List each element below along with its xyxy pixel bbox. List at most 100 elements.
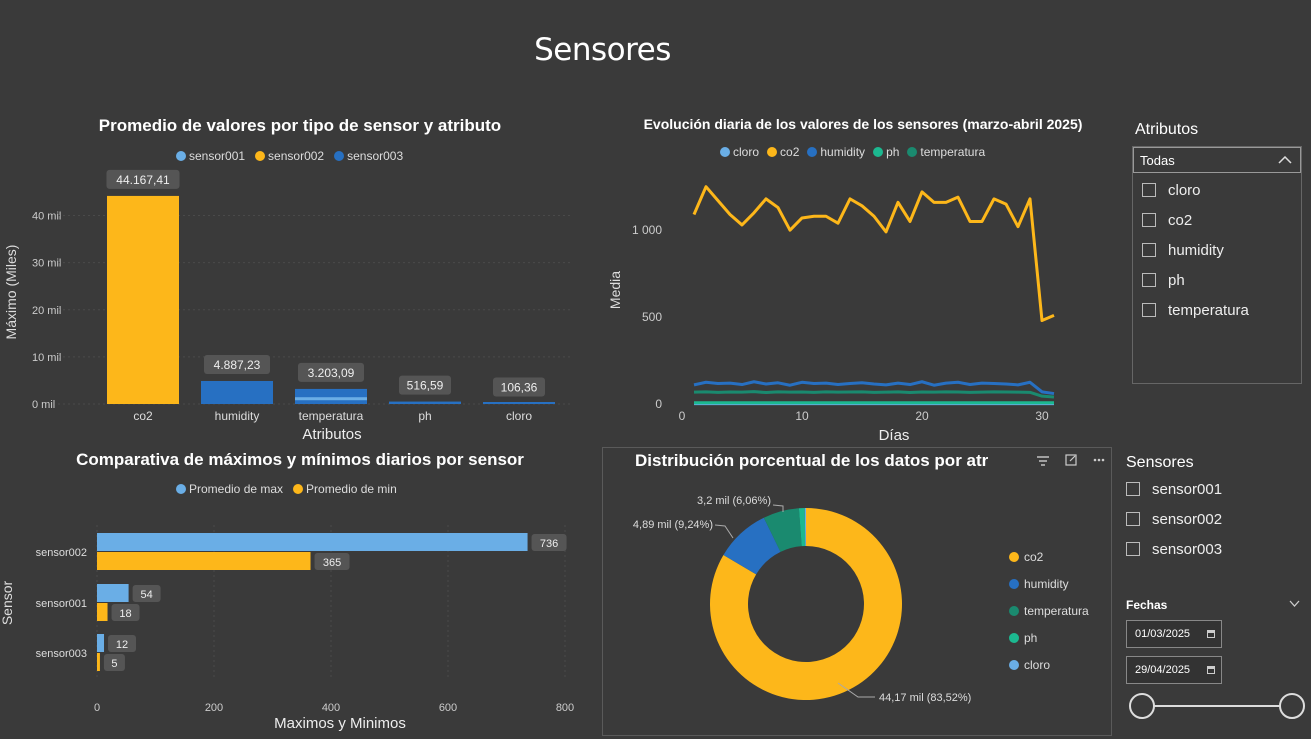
option-label: sensor001 [1152, 480, 1223, 498]
checkbox[interactable] [1142, 183, 1156, 197]
checkbox[interactable] [1126, 482, 1140, 496]
x-tick-label: 200 [205, 702, 223, 714]
end-date-input[interactable]: 29/04/2025 [1126, 656, 1222, 684]
x-tick-label: 600 [439, 702, 457, 714]
legend-item-min[interactable]: Promedio de min [293, 482, 397, 496]
data-label: 516,59 [407, 379, 444, 393]
legend-item-sensor002[interactable]: sensor002 [255, 149, 324, 163]
legend-label: temperatura [1024, 603, 1089, 618]
data-label: 44.167,41 [116, 173, 170, 187]
hbar-chart: Sensor 0 200 400 600 800 sensor002 736 365 sens… [0, 525, 574, 732]
y-tick-label: 20 mil [32, 305, 61, 317]
y-tick-label: 1 000 [632, 223, 662, 237]
atributos-option-temperatura[interactable]: temperatura [1142, 295, 1301, 325]
hbar-chart-legend: Promedio de max Promedio de min [176, 482, 397, 496]
slider-end-handle[interactable] [1279, 693, 1305, 719]
y-tick-label: 10 mil [32, 352, 61, 364]
legend-item-co2[interactable]: co2 [767, 145, 799, 159]
fechas-slicer-title: Fechas [1126, 598, 1168, 612]
end-date-value: 29/04/2025 [1135, 664, 1191, 676]
legend-dot [767, 147, 778, 157]
checkbox[interactable] [1142, 213, 1156, 227]
line-co2 [692, 185, 1055, 323]
x-tick-label: cloro [506, 409, 532, 423]
legend-dot [873, 147, 884, 157]
sensores-slicer: sensor001 sensor002 sensor003 [1126, 474, 1222, 564]
bar-chart-legend: sensor001 sensor002 sensor003 [176, 149, 403, 163]
atributos-option-ph[interactable]: ph [1142, 265, 1301, 295]
checkbox[interactable] [1142, 243, 1156, 257]
atributos-slicer: Todas cloro co2 humidity ph temperatura [1132, 146, 1302, 384]
donut-legend: co2 humidity temperatura ph cloro [1009, 543, 1089, 678]
hbar-chart-ylabel: Sensor [0, 580, 15, 625]
legend-label: humidity [1024, 576, 1069, 591]
atributos-option-co2[interactable]: co2 [1142, 205, 1301, 235]
y-tick-label: 0 [655, 397, 662, 411]
bar-chart: Máximo (Miles) 40 mil 30 mil 20 mil 10 mil 0… [3, 169, 570, 443]
data-label: 736 [540, 538, 558, 550]
option-label: sensor002 [1152, 510, 1223, 528]
slider-start-handle[interactable] [1129, 693, 1155, 719]
sensores-slicer-title: Sensores [1126, 454, 1194, 471]
sensores-option-sensor001[interactable]: sensor001 [1126, 474, 1222, 504]
x-tick-label: co2 [133, 409, 153, 423]
legend-item-humidity[interactable]: humidity [807, 145, 865, 159]
bar-cloro [483, 402, 555, 404]
checkbox[interactable] [1142, 273, 1156, 287]
y-tick-label: 30 mil [32, 258, 61, 270]
bar-segment-temperatura [295, 397, 367, 401]
data-label: 18 [119, 608, 131, 620]
legend-label: temperatura [920, 145, 986, 159]
bar-chart-title: Promedio de valores por tipo de sensor y… [98, 116, 502, 135]
legend-item-max[interactable]: Promedio de max [176, 482, 283, 496]
legend-label: Promedio de min [306, 482, 397, 496]
page-title: Sensores [534, 32, 671, 68]
line-chart-legend: cloro co2 humidity ph temperatura [720, 145, 985, 159]
legend-dot [176, 484, 186, 494]
option-label: ph [1168, 271, 1185, 289]
atributos-option-humidity[interactable]: humidity [1142, 235, 1301, 265]
calendar-icon[interactable] [1207, 666, 1215, 674]
legend-item-temperatura[interactable]: temperatura [1009, 597, 1089, 624]
legend-item-cloro[interactable]: cloro [1009, 651, 1089, 678]
x-tick-label: 30 [1035, 409, 1049, 423]
y-tick-label: 40 mil [32, 211, 61, 223]
x-tick-label: 400 [322, 702, 340, 714]
chevron-down-icon[interactable] [1289, 600, 1300, 607]
legend-item-ph[interactable]: ph [873, 145, 899, 159]
legend-item-cloro[interactable]: cloro [720, 145, 759, 159]
date-range-slider[interactable] [1126, 690, 1310, 722]
donut-label-co2: 44,17 mil (83,52%) [879, 692, 971, 704]
legend-item-humidity[interactable]: humidity [1009, 570, 1089, 597]
legend-dot [1009, 605, 1019, 616]
bar-max-sensor003 [97, 634, 105, 652]
legend-item-co2[interactable]: co2 [1009, 543, 1089, 570]
bar-humidity [201, 380, 273, 404]
checkbox[interactable] [1126, 542, 1140, 556]
bar-max-sensor002 [97, 533, 528, 551]
atributos-option-cloro[interactable]: cloro [1142, 175, 1301, 205]
legend-item-sensor001[interactable]: sensor001 [176, 149, 245, 163]
checkbox[interactable] [1142, 303, 1156, 317]
checkbox[interactable] [1126, 512, 1140, 526]
x-tick-label: 20 [915, 409, 929, 423]
bar-temperatura [295, 388, 367, 404]
start-date-input[interactable]: 01/03/2025 [1126, 620, 1222, 648]
legend-label: co2 [780, 145, 800, 159]
atributos-selected-value: Todas [1140, 152, 1175, 168]
line-chart: Media 1 000 500 0 0 10 20 30 Días [607, 185, 1055, 444]
atributos-dropdown[interactable]: Todas [1133, 147, 1301, 173]
calendar-icon[interactable] [1207, 630, 1215, 638]
legend-item-ph[interactable]: ph [1009, 624, 1089, 651]
legend-label: cloro [733, 145, 760, 159]
x-tick-label: 0 [94, 702, 100, 714]
sensores-option-sensor003[interactable]: sensor003 [1126, 534, 1222, 564]
x-tick-label: 800 [556, 702, 574, 714]
line-chart-xlabel: Días [879, 427, 910, 444]
sensores-option-sensor002[interactable]: sensor002 [1126, 504, 1222, 534]
legend-item-sensor003[interactable]: sensor003 [334, 149, 403, 163]
option-label: cloro [1168, 181, 1201, 199]
legend-item-temperatura[interactable]: temperatura [907, 145, 985, 159]
bar-min-sensor003 [97, 653, 100, 671]
data-label: 106,36 [501, 380, 538, 394]
